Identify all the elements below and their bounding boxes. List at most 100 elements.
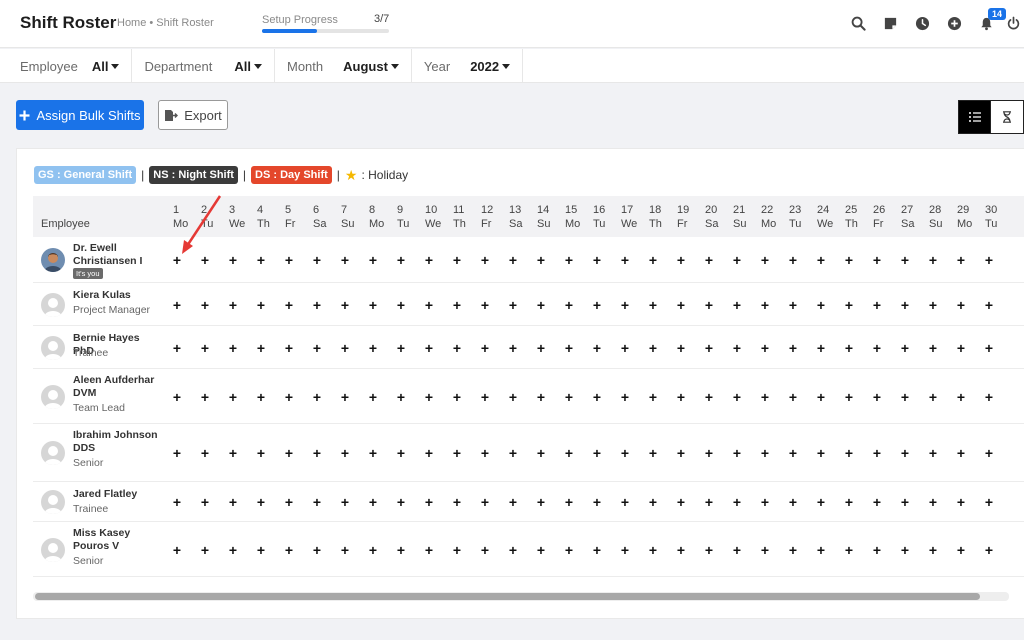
- add-shift-button[interactable]: +: [758, 543, 772, 557]
- add-shift-button[interactable]: +: [758, 495, 772, 509]
- add-shift-button[interactable]: +: [366, 253, 380, 267]
- add-shift-button[interactable]: +: [982, 298, 996, 312]
- add-shift-button[interactable]: +: [870, 543, 884, 557]
- add-shift-button[interactable]: +: [786, 341, 800, 355]
- add-shift-button[interactable]: +: [310, 446, 324, 460]
- setup-progress-label[interactable]: Setup Progress: [262, 14, 338, 26]
- add-shift-button[interactable]: +: [562, 543, 576, 557]
- add-shift-button[interactable]: +: [590, 298, 604, 312]
- add-shift-button[interactable]: +: [618, 253, 632, 267]
- add-shift-button[interactable]: +: [954, 390, 968, 404]
- add-shift-button[interactable]: +: [506, 298, 520, 312]
- add-shift-button[interactable]: +: [730, 495, 744, 509]
- add-shift-button[interactable]: +: [618, 495, 632, 509]
- add-shift-button[interactable]: +: [450, 298, 464, 312]
- add-shift-button[interactable]: +: [702, 495, 716, 509]
- add-shift-button[interactable]: +: [590, 495, 604, 509]
- avatar[interactable]: [41, 335, 65, 360]
- add-shift-button[interactable]: +: [646, 390, 660, 404]
- add-shift-button[interactable]: +: [814, 390, 828, 404]
- avatar[interactable]: [41, 248, 65, 272]
- add-shift-button[interactable]: +: [926, 341, 940, 355]
- add-shift-button[interactable]: +: [842, 253, 856, 267]
- add-shift-button[interactable]: +: [170, 253, 184, 267]
- add-shift-button[interactable]: +: [814, 495, 828, 509]
- export-button[interactable]: Export: [158, 100, 228, 130]
- add-shift-button[interactable]: +: [590, 446, 604, 460]
- add-shift-button[interactable]: +: [926, 390, 940, 404]
- add-shift-button[interactable]: +: [926, 543, 940, 557]
- add-shift-button[interactable]: +: [338, 298, 352, 312]
- add-shift-button[interactable]: +: [870, 298, 884, 312]
- month-filter-dropdown[interactable]: August: [343, 59, 399, 74]
- add-shift-button[interactable]: +: [450, 543, 464, 557]
- add-shift-button[interactable]: +: [394, 253, 408, 267]
- add-shift-button[interactable]: +: [282, 298, 296, 312]
- add-shift-button[interactable]: +: [590, 543, 604, 557]
- add-shift-button[interactable]: +: [310, 253, 324, 267]
- add-shift-button[interactable]: +: [870, 390, 884, 404]
- add-shift-button[interactable]: +: [226, 341, 240, 355]
- add-shift-button[interactable]: +: [198, 446, 212, 460]
- clock-icon[interactable]: [906, 12, 938, 34]
- add-shift-button[interactable]: +: [478, 253, 492, 267]
- add-shift-button[interactable]: +: [478, 390, 492, 404]
- breadcrumb[interactable]: Home • Shift Roster: [117, 17, 214, 29]
- avatar[interactable]: [41, 384, 65, 409]
- add-shift-button[interactable]: +: [506, 543, 520, 557]
- add-shift-button[interactable]: +: [226, 390, 240, 404]
- add-shift-button[interactable]: +: [646, 446, 660, 460]
- add-shift-button[interactable]: +: [198, 253, 212, 267]
- add-shift-button[interactable]: +: [366, 446, 380, 460]
- add-shift-button[interactable]: +: [310, 495, 324, 509]
- add-shift-button[interactable]: +: [730, 253, 744, 267]
- add-shift-button[interactable]: +: [338, 390, 352, 404]
- add-shift-button[interactable]: +: [870, 341, 884, 355]
- add-shift-button[interactable]: +: [674, 253, 688, 267]
- add-shift-button[interactable]: +: [618, 446, 632, 460]
- add-shift-button[interactable]: +: [954, 253, 968, 267]
- add-shift-button[interactable]: +: [478, 341, 492, 355]
- add-shift-button[interactable]: +: [674, 495, 688, 509]
- add-shift-button[interactable]: +: [422, 446, 436, 460]
- add-shift-button[interactable]: +: [618, 341, 632, 355]
- add-shift-button[interactable]: +: [198, 298, 212, 312]
- add-shift-button[interactable]: +: [758, 341, 772, 355]
- employee-name[interactable]: Dr. Ewell Christiansen I: [73, 242, 163, 268]
- add-shift-button[interactable]: +: [674, 341, 688, 355]
- add-shift-button[interactable]: +: [450, 495, 464, 509]
- add-shift-button[interactable]: +: [786, 298, 800, 312]
- add-shift-button[interactable]: +: [198, 495, 212, 509]
- add-shift-button[interactable]: +: [982, 253, 996, 267]
- add-shift-button[interactable]: +: [282, 495, 296, 509]
- add-shift-button[interactable]: +: [226, 495, 240, 509]
- add-shift-button[interactable]: +: [730, 390, 744, 404]
- add-shift-button[interactable]: +: [898, 543, 912, 557]
- add-shift-button[interactable]: +: [786, 543, 800, 557]
- department-filter-dropdown[interactable]: All: [234, 59, 262, 74]
- add-shift-button[interactable]: +: [226, 298, 240, 312]
- add-shift-button[interactable]: +: [366, 495, 380, 509]
- add-shift-button[interactable]: +: [450, 341, 464, 355]
- add-shift-button[interactable]: +: [954, 446, 968, 460]
- add-shift-button[interactable]: +: [842, 495, 856, 509]
- timeline-view-button[interactable]: [991, 100, 1024, 134]
- add-shift-button[interactable]: +: [702, 253, 716, 267]
- add-shift-button[interactable]: +: [366, 543, 380, 557]
- add-shift-button[interactable]: +: [842, 341, 856, 355]
- add-shift-button[interactable]: +: [674, 446, 688, 460]
- employee-name[interactable]: Ibrahim Johnson DDS: [73, 429, 163, 455]
- add-shift-button[interactable]: +: [394, 390, 408, 404]
- add-shift-button[interactable]: +: [982, 446, 996, 460]
- scrollbar-thumb[interactable]: [35, 593, 980, 600]
- add-shift-button[interactable]: +: [170, 495, 184, 509]
- add-shift-button[interactable]: +: [786, 253, 800, 267]
- add-shift-button[interactable]: +: [534, 390, 548, 404]
- add-shift-button[interactable]: +: [198, 341, 212, 355]
- add-shift-button[interactable]: +: [170, 446, 184, 460]
- add-shift-button[interactable]: +: [814, 341, 828, 355]
- add-shift-button[interactable]: +: [534, 446, 548, 460]
- add-shift-button[interactable]: +: [730, 543, 744, 557]
- employee-name[interactable]: Jared Flatley: [73, 488, 163, 501]
- add-shift-button[interactable]: +: [310, 341, 324, 355]
